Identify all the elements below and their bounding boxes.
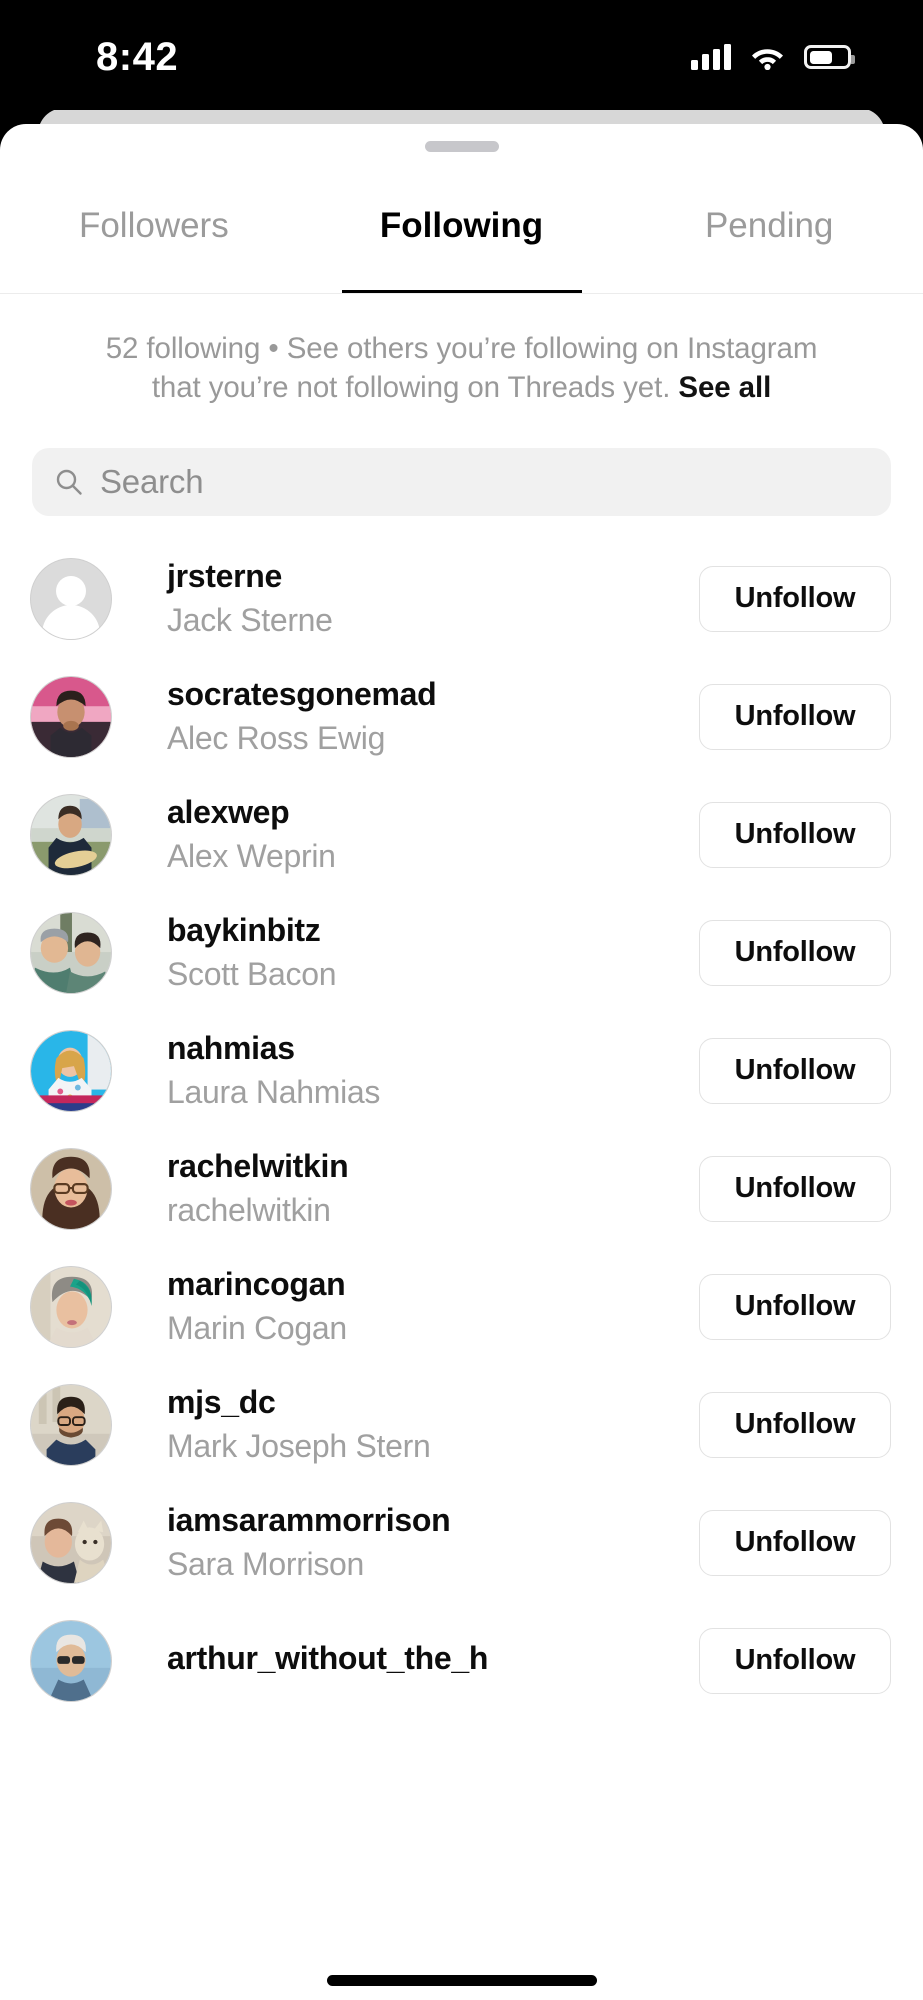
table-row[interactable]: jrsterne Jack Sterne Unfollow — [0, 540, 923, 658]
username[interactable]: jrsterne — [167, 557, 699, 597]
fullname: Alec Ross Ewig — [167, 720, 386, 757]
username[interactable]: nahmias — [167, 1029, 699, 1069]
username[interactable]: arthur_without_the_h — [167, 1639, 699, 1679]
table-row[interactable]: iamsarammorrison Sara Morrison Unfollow — [0, 1484, 923, 1602]
unfollow-button[interactable]: Unfollow — [699, 1627, 891, 1694]
row-text: socratesgonemad Alec Ross Ewig — [167, 675, 699, 759]
avatar[interactable] — [30, 1265, 112, 1348]
unfollow-button[interactable]: Unfollow — [699, 801, 891, 868]
following-list: jrsterne Jack Sterne Unfollow socratesgo… — [0, 540, 923, 1720]
cellular-signal-icon — [691, 44, 731, 70]
fullname: Jack Sterne — [167, 602, 333, 639]
followers-sheet: Followers Following Pending 52 following… — [0, 124, 923, 2000]
username[interactable]: iamsarammorrison — [167, 1501, 699, 1541]
status-icons — [691, 40, 855, 71]
battery-icon — [804, 45, 855, 69]
sheet-drag-handle[interactable] — [424, 141, 499, 152]
table-row[interactable]: alexwep Alex Weprin Unfollow — [0, 776, 923, 894]
fullname: Mark Joseph Stern — [167, 1428, 431, 1465]
following-info-text: 52 following • See others you’re followi… — [0, 294, 923, 408]
unfollow-button[interactable]: Unfollow — [699, 1391, 891, 1458]
fullname: Marin Cogan — [167, 1310, 347, 1347]
row-text: mjs_dc Mark Joseph Stern — [167, 1383, 699, 1467]
table-row[interactable]: nahmias Laura Nahmias Unfollow — [0, 1012, 923, 1130]
tab-following[interactable]: Following — [308, 164, 616, 294]
row-text: baykinbitz Scott Bacon — [167, 911, 699, 995]
table-row[interactable]: rachelwitkin rachelwitkin Unfollow — [0, 1130, 923, 1248]
search-icon — [54, 467, 84, 497]
fullname: Laura Nahmias — [167, 1074, 381, 1111]
avatar[interactable] — [30, 1029, 112, 1112]
unfollow-button[interactable]: Unfollow — [699, 1273, 891, 1340]
username[interactable]: mjs_dc — [167, 1383, 699, 1423]
fullname: rachelwitkin — [167, 1192, 331, 1229]
table-row[interactable]: mjs_dc Mark Joseph Stern Unfollow — [0, 1366, 923, 1484]
tab-followers[interactable]: Followers — [0, 164, 308, 294]
wifi-icon — [750, 44, 785, 71]
row-text: nahmias Laura Nahmias — [167, 1029, 699, 1113]
table-row[interactable]: baykinbitz Scott Bacon Unfollow — [0, 894, 923, 1012]
tab-pending[interactable]: Pending — [615, 164, 923, 294]
home-indicator[interactable] — [326, 1975, 597, 1986]
fullname: Scott Bacon — [167, 956, 337, 993]
tab-bar: Followers Following Pending — [0, 164, 923, 294]
avatar[interactable] — [30, 1501, 112, 1584]
username[interactable]: rachelwitkin — [167, 1147, 699, 1187]
status-bar: 8:42 — [0, 0, 923, 110]
row-text: jrsterne Jack Sterne — [167, 557, 699, 641]
avatar[interactable] — [30, 675, 112, 758]
phone-screen: 8:42 Followers Following Pending 52 foll… — [0, 0, 923, 2000]
table-row[interactable]: socratesgonemad Alec Ross Ewig Unfollow — [0, 658, 923, 776]
row-text: marincogan Marin Cogan — [167, 1265, 699, 1349]
table-row[interactable]: arthur_without_the_h Unfollow — [0, 1602, 923, 1720]
avatar[interactable] — [30, 1147, 112, 1230]
fullname: Sara Morrison — [167, 1546, 365, 1583]
row-text: arthur_without_the_h — [167, 1639, 699, 1684]
username[interactable]: alexwep — [167, 793, 699, 833]
row-text: rachelwitkin rachelwitkin — [167, 1147, 699, 1231]
table-row[interactable]: marincogan Marin Cogan Unfollow — [0, 1248, 923, 1366]
avatar[interactable] — [30, 1619, 112, 1702]
username[interactable]: marincogan — [167, 1265, 699, 1305]
username[interactable]: socratesgonemad — [167, 675, 699, 715]
unfollow-button[interactable]: Unfollow — [699, 565, 891, 632]
avatar[interactable] — [30, 1383, 112, 1466]
unfollow-button[interactable]: Unfollow — [699, 1155, 891, 1222]
avatar[interactable] — [30, 911, 112, 994]
avatar[interactable] — [30, 557, 112, 640]
fullname: Alex Weprin — [167, 838, 336, 875]
username[interactable]: baykinbitz — [167, 911, 699, 951]
unfollow-button[interactable]: Unfollow — [699, 683, 891, 750]
unfollow-button[interactable]: Unfollow — [699, 1509, 891, 1576]
row-text: alexwep Alex Weprin — [167, 793, 699, 877]
row-text: iamsarammorrison Sara Morrison — [167, 1501, 699, 1585]
status-time: 8:42 — [96, 35, 179, 79]
search-input[interactable]: Search — [100, 463, 204, 501]
unfollow-button[interactable]: Unfollow — [699, 1037, 891, 1104]
avatar[interactable] — [30, 793, 112, 876]
see-all-link[interactable]: See all — [678, 371, 771, 404]
search-bar[interactable]: Search — [32, 447, 891, 516]
unfollow-button[interactable]: Unfollow — [699, 919, 891, 986]
